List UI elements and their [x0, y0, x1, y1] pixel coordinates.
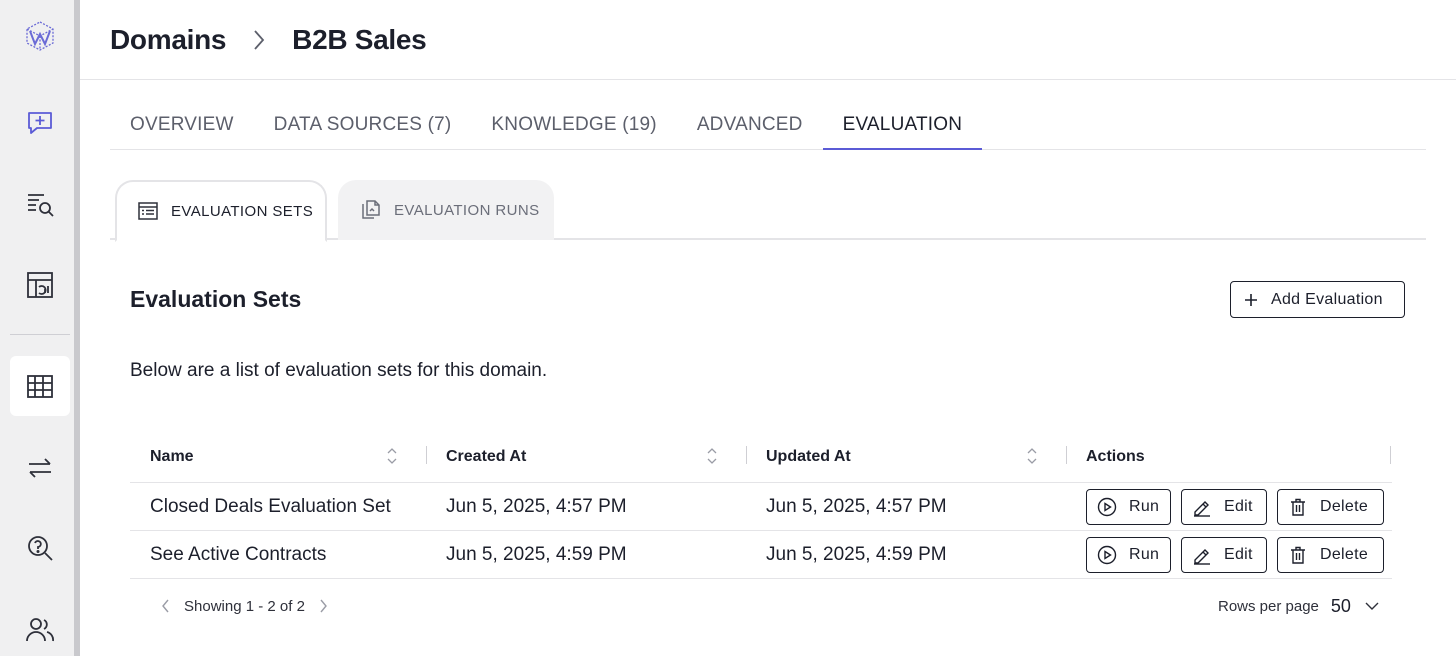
column-divider: [1390, 446, 1391, 464]
add-evaluation-button[interactable]: Add Evaluation: [1230, 281, 1405, 318]
run-button[interactable]: Run: [1086, 537, 1171, 573]
run-label: Run: [1129, 546, 1160, 563]
subtab-evaluation-sets-label: EVALUATION SETS: [171, 202, 314, 220]
tab-advanced[interactable]: ADVANCED: [677, 100, 823, 150]
tab-evaluation[interactable]: EVALUATION: [822, 100, 983, 150]
users-icon[interactable]: [10, 600, 70, 656]
pagination: Showing 1 - 2 of 2: [160, 594, 329, 618]
chevron-right-icon: [226, 29, 292, 51]
table-header: Name Created At Updated At Actions: [130, 430, 1392, 483]
tab-overview[interactable]: OVERVIEW: [110, 100, 254, 150]
pagination-status: Showing 1 - 2 of 2: [184, 597, 305, 615]
trash-icon: [1291, 498, 1305, 516]
table-row: See Active Contracts Jun 5, 2025, 4:59 P…: [130, 531, 1392, 579]
cell-name: See Active Contracts: [150, 544, 327, 565]
search-list-icon[interactable]: [10, 173, 70, 233]
delete-label: Delete: [1320, 498, 1369, 515]
column-header-actions-label: Actions: [1086, 447, 1145, 465]
delete-button[interactable]: Delete: [1277, 489, 1384, 525]
subtab-evaluation-sets[interactable]: EVALUATION SETS: [115, 180, 327, 242]
domain-tabs: OVERVIEW DATA SOURCES (7) KNOWLEDGE (19)…: [110, 100, 1426, 150]
transfer-icon[interactable]: [10, 438, 70, 498]
evaluation-subtabs: EVALUATION SETS EVALUATION RUNS: [110, 180, 1426, 242]
column-divider: [1066, 446, 1067, 464]
pencil-icon: [1194, 501, 1210, 517]
cell-updated: Jun 5, 2025, 4:57 PM: [766, 496, 947, 517]
table-icon[interactable]: [10, 356, 70, 416]
cell-created: Jun 5, 2025, 4:59 PM: [446, 544, 627, 565]
dashboard-icon[interactable]: [10, 255, 70, 315]
tab-data-sources[interactable]: DATA SOURCES (7): [254, 100, 472, 150]
delete-label: Delete: [1320, 546, 1369, 563]
delete-button[interactable]: Delete: [1277, 537, 1384, 573]
edit-label: Edit: [1224, 498, 1253, 515]
column-header-name[interactable]: Name: [150, 430, 398, 483]
sidebar-divider: [10, 334, 70, 335]
column-header-updated-label: Updated At: [766, 447, 851, 465]
column-header-created-label: Created At: [446, 447, 527, 465]
pencil-icon: [1194, 549, 1210, 565]
sort-icon[interactable]: [1026, 446, 1038, 466]
breadcrumb-current: B2B Sales: [292, 23, 427, 55]
chevron-left-icon[interactable]: [160, 599, 172, 613]
evaluation-sets-table: Name Created At Updated At Actions Close…: [130, 430, 1392, 579]
breadcrumb-domains[interactable]: Domains: [110, 24, 226, 56]
chevron-down-icon[interactable]: [1365, 601, 1379, 611]
page-header: Domains B2B Sales: [80, 0, 1456, 80]
cell-updated: Jun 5, 2025, 4:59 PM: [766, 544, 947, 565]
edit-label: Edit: [1224, 546, 1253, 563]
column-header-actions: Actions: [1086, 430, 1336, 483]
list-table-icon: [138, 202, 158, 220]
rows-per-page: Rows per page 50: [1218, 594, 1379, 618]
rows-per-page-label: Rows per page: [1218, 597, 1319, 615]
section-title: Evaluation Sets: [130, 286, 302, 312]
sidebar: [0, 0, 80, 656]
subtab-evaluation-runs[interactable]: EVALUATION RUNS: [338, 180, 554, 240]
section-description: Below are a list of evaluation sets for …: [130, 360, 548, 381]
tab-knowledge[interactable]: KNOWLEDGE (19): [471, 100, 676, 150]
edit-button[interactable]: Edit: [1181, 537, 1267, 573]
column-divider: [426, 446, 427, 464]
subtab-evaluation-runs-label: EVALUATION RUNS: [394, 201, 540, 219]
copy-files-icon: [362, 200, 380, 219]
rows-per-page-select[interactable]: 50: [1331, 596, 1351, 617]
run-label: Run: [1129, 498, 1160, 515]
add-evaluation-label: Add Evaluation: [1271, 290, 1383, 308]
column-divider: [746, 446, 747, 464]
run-button[interactable]: Run: [1086, 489, 1171, 525]
table-row: Closed Deals Evaluation Set Jun 5, 2025,…: [130, 483, 1392, 531]
trash-icon: [1291, 546, 1305, 564]
plus-icon: [1245, 293, 1257, 306]
logo-icon[interactable]: [10, 6, 70, 66]
new-chat-icon[interactable]: [10, 93, 70, 153]
cell-name: Closed Deals Evaluation Set: [150, 496, 391, 517]
sort-icon[interactable]: [706, 446, 718, 466]
column-header-name-label: Name: [150, 447, 194, 465]
help-search-icon[interactable]: [10, 518, 70, 578]
play-circle-icon: [1097, 545, 1117, 565]
main-content: Domains B2B Sales OVERVIEW DATA SOURCES …: [80, 0, 1456, 656]
chevron-right-icon[interactable]: [317, 599, 329, 613]
play-circle-icon: [1097, 497, 1117, 517]
column-header-created[interactable]: Created At: [446, 430, 718, 483]
sort-icon[interactable]: [386, 446, 398, 466]
cell-created: Jun 5, 2025, 4:57 PM: [446, 496, 627, 517]
column-header-updated[interactable]: Updated At: [766, 430, 1038, 483]
edit-button[interactable]: Edit: [1181, 489, 1267, 525]
